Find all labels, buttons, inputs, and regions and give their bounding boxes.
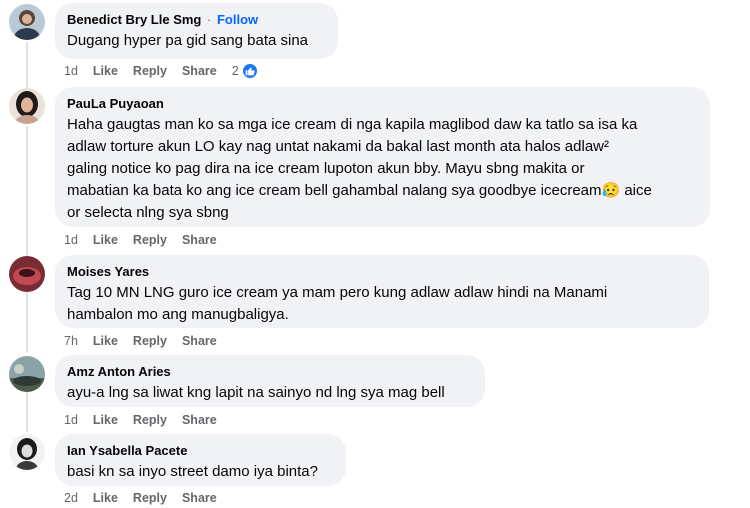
thumbs-up-icon [240,62,259,80]
comment-bubble: Amz Anton Aries ayu-a lng sa liwat kng l… [55,355,485,407]
like-button[interactable]: Like [93,413,118,427]
comment-bubble: Benedict Bry Lle Smg · Follow Dugang hyp… [55,3,338,59]
comment-text: Dugang hyper pa gid sang bata sina [67,30,326,52]
comment-text-line: Haha gaugtas man ko sa mga ice cream di … [67,116,638,133]
avatar[interactable] [9,256,45,292]
comment-author-row: Benedict Bry Lle Smg · Follow [67,11,326,28]
comment-timestamp[interactable]: 1d [64,413,78,427]
share-button[interactable]: Share [182,64,217,78]
comment-text-line: ayu-a lng sa liwat kng lapit na sainyo n… [67,384,445,401]
separator-dot: · [207,12,212,27]
comment-bubble: Ian Ysabella Pacete basi kn sa inyo stre… [55,434,346,486]
comment-author[interactable]: Moises Yares [67,263,697,280]
reaction-summary[interactable]: 2 [232,62,274,80]
comment-text-line: galing notice ko pag dira na ice cream l… [67,160,585,177]
comment-author[interactable]: Amz Anton Aries [67,363,473,380]
comment-text: ayu-a lng sa liwat kng lapit na sainyo n… [67,382,473,404]
comment-text-line: hambalon mo ang manugbaligya. [67,306,289,323]
comment-author[interactable]: Benedict Bry Lle Smg [67,12,201,27]
comment-timestamp[interactable]: 2d [64,491,78,505]
like-button[interactable]: Like [93,64,118,78]
comment-author[interactable]: PauLa Puyaoan [67,95,698,112]
thread-line [26,392,28,432]
reply-button[interactable]: Reply [133,334,167,348]
comment-text: basi kn sa inyo street damo iya binta? [67,461,334,483]
comment-text-line: or selecta nlng sya sbng [67,204,229,221]
share-button[interactable]: Share [182,413,217,427]
comment-text-line: Tag 10 MN LNG guro ice cream ya mam pero… [67,284,608,301]
comment-text: Tag 10 MN LNG guro ice cream ya mam pero… [67,282,697,326]
comment-actions: 7h Like Reply Share [64,332,232,350]
comment-actions: 1d Like Reply Share [64,231,232,249]
thread-line [26,42,28,90]
comment-text-line: mabatian ka bata ko ang ice cream bell g… [67,182,652,199]
reply-button[interactable]: Reply [133,491,167,505]
avatar[interactable] [9,4,45,40]
comment-text: Haha gaugtas man ko sa mga ice cream di … [67,114,698,224]
comment-timestamp[interactable]: 7h [64,334,78,348]
avatar[interactable] [9,88,45,124]
comment-bubble: PauLa Puyaoan Haha gaugtas man ko sa mga… [55,87,710,227]
share-button[interactable]: Share [182,233,217,247]
like-button[interactable]: Like [93,491,118,505]
avatar[interactable] [9,356,45,392]
thread-line [26,126,28,256]
comment-actions: 1d Like Reply Share 2 [64,62,274,80]
reply-button[interactable]: Reply [133,413,167,427]
thread-line [26,292,28,352]
share-button[interactable]: Share [182,334,217,348]
comment-bubble: Moises Yares Tag 10 MN LNG guro ice crea… [55,255,709,328]
reaction-count: 2 [231,64,239,78]
share-button[interactable]: Share [182,491,217,505]
comment-author[interactable]: Ian Ysabella Pacete [67,442,334,459]
comment-text-line: adlaw torture akun LO kay nag untat naka… [67,138,609,155]
comment-text-line: Dugang hyper pa gid sang bata sina [67,32,309,49]
reply-button[interactable]: Reply [133,233,167,247]
follow-button[interactable]: Follow [217,12,258,27]
like-button[interactable]: Like [93,233,118,247]
avatar[interactable] [9,434,45,470]
like-button[interactable]: Like [93,334,118,348]
comment-text-line: basi kn sa inyo street damo iya binta? [67,463,318,480]
comment-timestamp[interactable]: 1d [64,64,78,78]
comment-actions: 1d Like Reply Share [64,411,232,429]
comment-timestamp[interactable]: 1d [64,233,78,247]
reply-button[interactable]: Reply [133,64,167,78]
comment-actions: 2d Like Reply Share [64,489,232,507]
